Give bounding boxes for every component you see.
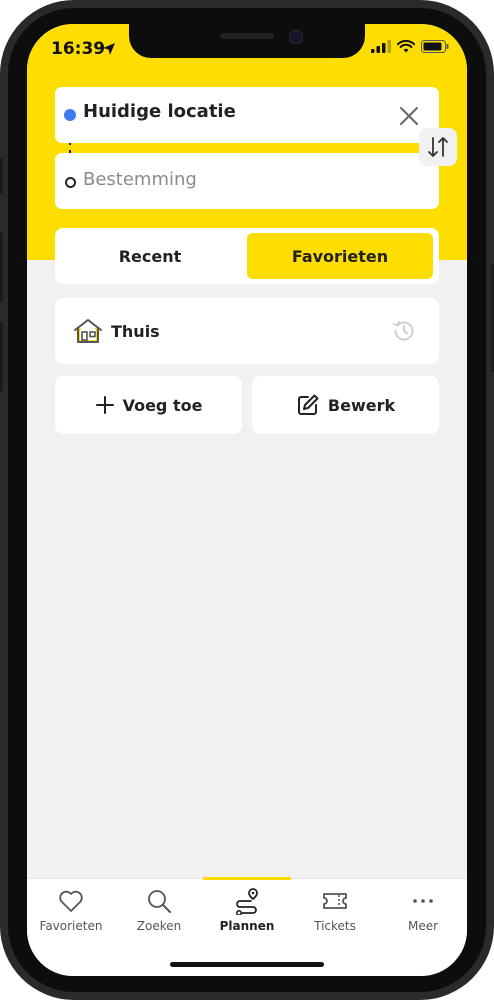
tab-label: Meer bbox=[407, 919, 439, 933]
phone-frame: 16:39 Huidige locatie Bestemming Recent … bbox=[0, 0, 494, 1000]
tab-zoeken[interactable]: Zoeken bbox=[115, 887, 203, 933]
history-icon[interactable] bbox=[391, 318, 417, 344]
volume-down-button bbox=[0, 322, 3, 392]
more-icon bbox=[413, 899, 433, 903]
tab-label: Plannen bbox=[219, 919, 275, 933]
mute-switch bbox=[0, 158, 3, 194]
edit-favorites-label: Bewerk bbox=[327, 395, 396, 415]
location-arrow-icon bbox=[103, 43, 115, 55]
tab-tickets[interactable]: Tickets bbox=[291, 887, 379, 933]
destination-field[interactable] bbox=[55, 153, 439, 209]
destination-dot-icon bbox=[65, 177, 76, 188]
volume-up-button bbox=[0, 232, 3, 302]
destination-input[interactable] bbox=[83, 169, 403, 190]
tab-recent[interactable]: Recent bbox=[60, 233, 240, 279]
segment-control: Recent Favorieten bbox=[55, 228, 439, 284]
tab-meer[interactable]: Meer bbox=[379, 887, 467, 933]
screen: 16:39 Huidige locatie Bestemming Recent … bbox=[27, 24, 467, 976]
tab-label: Favorieten bbox=[39, 919, 103, 933]
origin-dot-icon bbox=[64, 109, 76, 121]
status-icons bbox=[371, 40, 449, 53]
speaker bbox=[220, 33, 274, 39]
swap-button[interactable] bbox=[419, 128, 457, 166]
favorite-label: Thuis bbox=[111, 322, 160, 341]
edit-icon bbox=[297, 394, 319, 415]
notch bbox=[129, 24, 365, 58]
front-camera bbox=[289, 30, 303, 44]
wifi-icon bbox=[397, 40, 415, 53]
tab-favorieten[interactable]: Favorieten bbox=[27, 887, 115, 933]
heart-icon bbox=[59, 890, 83, 912]
house-icon bbox=[74, 319, 102, 343]
battery-icon bbox=[421, 40, 449, 53]
add-favorite-button[interactable]: Voeg toe bbox=[55, 376, 242, 434]
origin-label: Huidige locatie bbox=[83, 101, 236, 122]
active-tab-indicator bbox=[203, 877, 291, 880]
add-favorite-label: Voeg toe bbox=[122, 395, 203, 415]
favorite-item-thuis[interactable]: Thuis bbox=[55, 298, 439, 364]
edit-favorites-button[interactable]: Bewerk bbox=[252, 376, 439, 434]
home-indicator bbox=[170, 962, 324, 967]
swap-arrows-icon bbox=[428, 137, 448, 157]
tab-label: Tickets bbox=[314, 919, 356, 933]
clear-icon[interactable] bbox=[398, 105, 420, 127]
plus-icon bbox=[95, 396, 114, 414]
tab-label: Zoeken bbox=[136, 919, 182, 933]
search-icon bbox=[148, 890, 171, 913]
route-icon bbox=[236, 888, 258, 915]
tab-favorites[interactable]: Favorieten bbox=[247, 233, 433, 279]
origin-field[interactable]: Huidige locatie bbox=[55, 87, 439, 143]
status-time: 16:39 bbox=[51, 39, 106, 59]
ticket-icon bbox=[323, 893, 347, 909]
cellular-signal-icon bbox=[371, 40, 391, 53]
tab-plannen[interactable]: Plannen bbox=[203, 887, 291, 933]
